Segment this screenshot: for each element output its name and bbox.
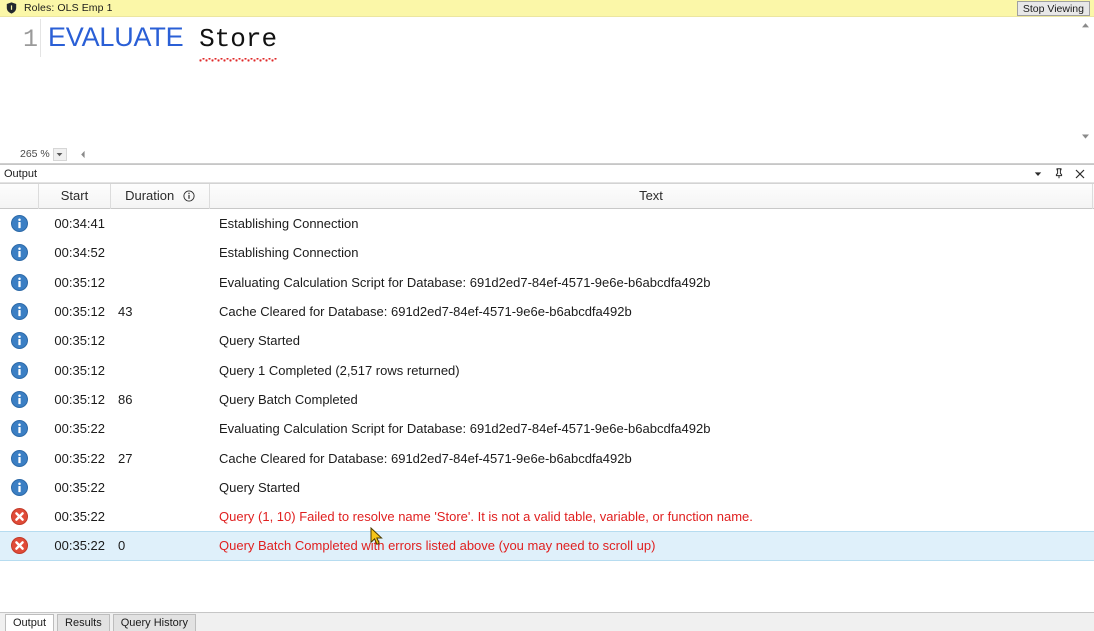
info-circle-icon <box>0 303 39 321</box>
roles-banner: Roles: OLS Emp 1 Stop Viewing <box>0 0 1094 17</box>
cell-text: Establishing Connection <box>219 245 359 261</box>
cell-text: Cache Cleared for Database: 691d2ed7-84e… <box>219 304 632 320</box>
info-circle-icon <box>0 215 39 233</box>
chevron-down-icon[interactable] <box>1032 168 1044 180</box>
cell-text: Query 1 Completed (2,517 rows returned) <box>219 362 460 378</box>
error-circle-icon <box>0 537 39 555</box>
output-grid-body[interactable]: 00:34:41 Establishing Connection 00:34:52 E… <box>0 209 1094 612</box>
table-row[interactable]: 00:35:12 Query Started <box>0 326 1094 355</box>
info-circle-icon <box>0 420 39 438</box>
output-pane-buttons <box>1032 168 1090 180</box>
cell-text: Query Started <box>219 479 300 495</box>
cell-start: 00:35:12 <box>54 304 105 320</box>
info-circle-icon <box>0 332 39 350</box>
cell-start: 00:35:22 <box>54 421 105 437</box>
info-circle-icon[interactable] <box>183 186 195 209</box>
cell-duration: 43 <box>118 304 133 320</box>
column-header-duration[interactable]: Duration <box>111 184 210 209</box>
info-circle-icon <box>0 361 39 379</box>
output-grid: Start Duration Text 00:34:41 Establishing… <box>0 183 1094 612</box>
dax-identifier-store: Store <box>199 21 278 62</box>
cell-text: Query (1, 10) Failed to resolve name 'St… <box>219 509 753 525</box>
table-row[interactable]: 00:35:12 86 Query Batch Completed <box>0 385 1094 414</box>
cell-start: 00:35:12 <box>54 274 105 290</box>
cell-duration: 0 <box>118 538 126 554</box>
table-row[interactable]: 00:35:22 27 Cache Cleared for Database: 69… <box>0 443 1094 472</box>
tab-output[interactable]: Output <box>5 614 55 631</box>
roles-label: Roles: OLS Emp 1 <box>24 2 113 14</box>
column-header-icon[interactable] <box>0 184 39 209</box>
cell-duration: 27 <box>118 450 133 466</box>
cell-text: Query Batch Completed with errors listed… <box>219 538 656 554</box>
scroll-left-arrow-icon[interactable] <box>77 147 89 161</box>
cell-start: 00:35:22 <box>54 538 105 554</box>
scroll-up-arrow-icon[interactable] <box>1077 17 1094 34</box>
table-row[interactable]: 00:35:22 Query (1, 10) Failed to resolve … <box>0 502 1094 531</box>
dax-keyword-evaluate: EVALUATE <box>48 22 184 52</box>
scroll-down-arrow-icon[interactable] <box>1077 128 1094 145</box>
column-header-duration-label: Duration <box>125 187 175 203</box>
table-row[interactable]: 00:35:12 Evaluating Calculation Script fo… <box>0 268 1094 297</box>
code-content: EVALUATE Store <box>48 19 278 62</box>
info-circle-icon <box>0 390 39 408</box>
code-line-1: 1 EVALUATE Store <box>0 17 1077 57</box>
table-row[interactable]: 00:35:22 Evaluating Calculation Script fo… <box>0 414 1094 443</box>
cell-duration: 86 <box>118 391 133 407</box>
info-circle-icon <box>0 244 39 262</box>
tab-results[interactable]: Results <box>57 614 110 631</box>
cell-start: 00:35:22 <box>54 509 105 525</box>
chevron-down-icon[interactable] <box>52 147 67 161</box>
cell-start: 00:34:41 <box>54 216 105 232</box>
info-circle-icon <box>0 449 39 467</box>
cell-start: 00:34:52 <box>54 245 105 261</box>
info-circle-icon <box>0 478 39 496</box>
cell-start: 00:35:22 <box>54 450 105 466</box>
code-editor[interactable]: 1 EVALUATE Store <box>0 17 1094 145</box>
tab-query-history[interactable]: Query History <box>112 614 196 631</box>
cell-text: Cache Cleared for Database: 691d2ed7-84e… <box>219 450 632 466</box>
editor-surface[interactable]: 1 EVALUATE Store <box>0 17 1077 145</box>
cell-text: Query Batch Completed <box>219 391 358 407</box>
cell-start: 00:35:12 <box>54 391 105 407</box>
stop-viewing-button[interactable]: Stop Viewing <box>1016 1 1090 16</box>
output-pane-titlebar: Output <box>0 165 1094 183</box>
table-row[interactable]: 00:35:22 Query Started <box>0 473 1094 502</box>
zoom-level-label: 265 % <box>20 148 50 160</box>
table-row[interactable]: 00:34:41 Establishing Connection <box>0 209 1094 238</box>
column-header-start[interactable]: Start <box>39 184 111 209</box>
gutter-divider <box>40 19 41 57</box>
cell-text: Evaluating Calculation Script for Databa… <box>219 421 711 437</box>
table-row[interactable]: 00:35:22 0 Query Batch Completed with erro… <box>0 531 1094 561</box>
cell-text: Establishing Connection <box>219 216 359 232</box>
output-grid-header: Start Duration Text <box>0 184 1094 209</box>
bottom-tabstrip: Output Results Query History <box>0 612 1094 631</box>
pin-icon[interactable] <box>1053 168 1065 180</box>
info-circle-icon <box>0 273 39 291</box>
cell-text: Evaluating Calculation Script for Databa… <box>219 274 711 290</box>
output-pane: Output Start Duration Text 00:34:41 Esta… <box>0 164 1094 631</box>
close-icon[interactable] <box>1074 168 1086 180</box>
error-circle-icon <box>0 508 39 526</box>
column-header-text[interactable]: Text <box>210 184 1093 209</box>
editor-vertical-scrollbar[interactable] <box>1076 17 1094 145</box>
cell-start: 00:35:22 <box>54 479 105 495</box>
app-window: Roles: OLS Emp 1 Stop Viewing 1 EVALUATE… <box>0 0 1094 631</box>
line-number: 1 <box>22 25 38 54</box>
cell-start: 00:35:12 <box>54 333 105 349</box>
table-row[interactable]: 00:35:12 43 Cache Cleared for Database: 69… <box>0 297 1094 326</box>
cell-start: 00:35:12 <box>54 362 105 378</box>
shield-icon <box>6 2 17 14</box>
table-row[interactable]: 00:35:12 Query 1 Completed (2,517 rows re… <box>0 355 1094 384</box>
output-pane-title: Output <box>4 167 38 180</box>
cell-text: Query Started <box>219 333 300 349</box>
table-row[interactable]: 00:34:52 Establishing Connection <box>0 238 1094 267</box>
editor-status-bar: 265 % <box>0 145 1094 163</box>
